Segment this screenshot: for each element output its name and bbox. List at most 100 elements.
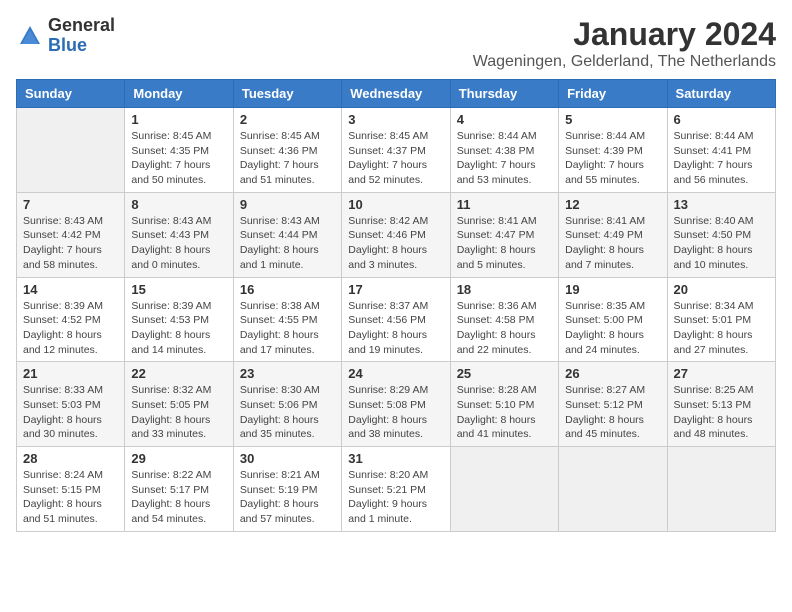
day-cell — [450, 447, 558, 532]
day-info: Sunrise: 8:40 AMSunset: 4:50 PMDaylight:… — [674, 214, 769, 273]
day-info: Sunrise: 8:38 AMSunset: 4:55 PMDaylight:… — [240, 299, 335, 358]
day-cell: 6 Sunrise: 8:44 AMSunset: 4:41 PMDaylight… — [667, 108, 775, 193]
day-number: 22 — [131, 366, 226, 381]
day-cell — [667, 447, 775, 532]
day-info: Sunrise: 8:29 AMSunset: 5:08 PMDaylight:… — [348, 383, 443, 442]
day-number: 16 — [240, 282, 335, 297]
location: Wageningen, Gelderland, The Netherlands — [473, 53, 776, 71]
header-cell-monday: Monday — [125, 80, 233, 108]
day-info: Sunrise: 8:30 AMSunset: 5:06 PMDaylight:… — [240, 383, 335, 442]
day-number: 3 — [348, 112, 443, 127]
day-info: Sunrise: 8:42 AMSunset: 4:46 PMDaylight:… — [348, 214, 443, 273]
logo: General Blue — [16, 16, 115, 56]
day-info: Sunrise: 8:34 AMSunset: 5:01 PMDaylight:… — [674, 299, 769, 358]
day-number: 26 — [565, 366, 660, 381]
day-info: Sunrise: 8:44 AMSunset: 4:38 PMDaylight:… — [457, 129, 552, 188]
day-cell: 21Sunrise: 8:33 AMSunset: 5:03 PMDayligh… — [17, 362, 125, 447]
day-info: Sunrise: 8:43 AMSunset: 4:44 PMDaylight:… — [240, 214, 335, 273]
logo-general: General — [48, 16, 115, 36]
day-cell: 28 Sunrise: 8:24 AMSunset: 5:15 PMDayligh… — [17, 447, 125, 532]
day-cell: 23 Sunrise: 8:30 AMSunset: 5:06 PMDayligh… — [233, 362, 341, 447]
week-row-1: 1 Sunrise: 8:45 AMSunset: 4:35 PMDaylight… — [17, 108, 776, 193]
day-cell: 26 Sunrise: 8:27 AMSunset: 5:12 PMDayligh… — [559, 362, 667, 447]
day-cell: 15Sunrise: 8:39 AMSunset: 4:53 PMDayligh… — [125, 277, 233, 362]
day-info: Sunrise: 8:24 AMSunset: 5:15 PMDaylight:… — [23, 468, 118, 527]
day-number: 9 — [240, 197, 335, 212]
day-cell: 14 Sunrise: 8:39 AMSunset: 4:52 PMDayligh… — [17, 277, 125, 362]
day-number: 27 — [674, 366, 769, 381]
day-number: 2 — [240, 112, 335, 127]
day-cell: 2Sunrise: 8:45 AMSunset: 4:36 PMDaylight… — [233, 108, 341, 193]
day-number: 24 — [348, 366, 443, 381]
day-number: 20 — [674, 282, 769, 297]
day-number: 30 — [240, 451, 335, 466]
month-title: January 2024 — [473, 16, 776, 53]
day-number: 14 — [23, 282, 118, 297]
day-info: Sunrise: 8:39 AMSunset: 4:52 PMDaylight:… — [23, 299, 118, 358]
day-number: 31 — [348, 451, 443, 466]
day-info: Sunrise: 8:45 AMSunset: 4:37 PMDaylight:… — [348, 129, 443, 188]
day-number: 1 — [131, 112, 226, 127]
day-cell: 16 Sunrise: 8:38 AMSunset: 4:55 PMDayligh… — [233, 277, 341, 362]
header-cell-wednesday: Wednesday — [342, 80, 450, 108]
day-cell: 4Sunrise: 8:44 AMSunset: 4:38 PMDaylight… — [450, 108, 558, 193]
day-number: 7 — [23, 197, 118, 212]
day-cell: 19Sunrise: 8:35 AMSunset: 5:00 PMDayligh… — [559, 277, 667, 362]
logo-blue: Blue — [48, 36, 115, 56]
day-info: Sunrise: 8:33 AMSunset: 5:03 PMDaylight:… — [23, 383, 118, 442]
day-info: Sunrise: 8:36 AMSunset: 4:58 PMDaylight:… — [457, 299, 552, 358]
logo-text: General Blue — [48, 16, 115, 56]
day-info: Sunrise: 8:27 AMSunset: 5:12 PMDaylight:… — [565, 383, 660, 442]
day-cell: 10 Sunrise: 8:42 AMSunset: 4:46 PMDayligh… — [342, 192, 450, 277]
day-number: 28 — [23, 451, 118, 466]
day-number: 6 — [674, 112, 769, 127]
page-header: General Blue January 2024 Wageningen, Ge… — [16, 16, 776, 71]
day-cell: 7 Sunrise: 8:43 AMSunset: 4:42 PMDaylight… — [17, 192, 125, 277]
day-info: Sunrise: 8:28 AMSunset: 5:10 PMDaylight:… — [457, 383, 552, 442]
day-number: 25 — [457, 366, 552, 381]
day-info: Sunrise: 8:25 AMSunset: 5:13 PMDaylight:… — [674, 383, 769, 442]
day-cell: 25 Sunrise: 8:28 AMSunset: 5:10 PMDayligh… — [450, 362, 558, 447]
day-info: Sunrise: 8:45 AMSunset: 4:35 PMDaylight:… — [131, 129, 226, 188]
day-cell: 18Sunrise: 8:36 AMSunset: 4:58 PMDayligh… — [450, 277, 558, 362]
day-cell: 20 Sunrise: 8:34 AMSunset: 5:01 PMDayligh… — [667, 277, 775, 362]
day-cell: 3 Sunrise: 8:45 AMSunset: 4:37 PMDaylight… — [342, 108, 450, 193]
day-cell: 12 Sunrise: 8:41 AMSunset: 4:49 PMDayligh… — [559, 192, 667, 277]
day-cell: 22 Sunrise: 8:32 AMSunset: 5:05 PMDayligh… — [125, 362, 233, 447]
header-cell-friday: Friday — [559, 80, 667, 108]
day-cell: 5 Sunrise: 8:44 AMSunset: 4:39 PMDaylight… — [559, 108, 667, 193]
day-cell: 13Sunrise: 8:40 AMSunset: 4:50 PMDayligh… — [667, 192, 775, 277]
day-info: Sunrise: 8:21 AMSunset: 5:19 PMDaylight:… — [240, 468, 335, 527]
header-row: SundayMondayTuesdayWednesdayThursdayFrid… — [17, 80, 776, 108]
day-info: Sunrise: 8:43 AMSunset: 4:42 PMDaylight:… — [23, 214, 118, 273]
week-row-5: 28 Sunrise: 8:24 AMSunset: 5:15 PMDayligh… — [17, 447, 776, 532]
day-number: 23 — [240, 366, 335, 381]
day-number: 17 — [348, 282, 443, 297]
header-cell-thursday: Thursday — [450, 80, 558, 108]
day-cell: 9 Sunrise: 8:43 AMSunset: 4:44 PMDaylight… — [233, 192, 341, 277]
header-cell-sunday: Sunday — [17, 80, 125, 108]
day-cell: 27 Sunrise: 8:25 AMSunset: 5:13 PMDayligh… — [667, 362, 775, 447]
day-number: 11 — [457, 197, 552, 212]
day-info: Sunrise: 8:41 AMSunset: 4:47 PMDaylight:… — [457, 214, 552, 273]
day-number: 12 — [565, 197, 660, 212]
day-info: Sunrise: 8:22 AMSunset: 5:17 PMDaylight:… — [131, 468, 226, 527]
logo-icon — [16, 22, 44, 50]
day-cell: 31Sunrise: 8:20 AMSunset: 5:21 PMDayligh… — [342, 447, 450, 532]
title-area: January 2024 Wageningen, Gelderland, The… — [473, 16, 776, 71]
day-cell — [559, 447, 667, 532]
day-number: 10 — [348, 197, 443, 212]
day-number: 29 — [131, 451, 226, 466]
day-info: Sunrise: 8:32 AMSunset: 5:05 PMDaylight:… — [131, 383, 226, 442]
day-info: Sunrise: 8:44 AMSunset: 4:39 PMDaylight:… — [565, 129, 660, 188]
day-info: Sunrise: 8:35 AMSunset: 5:00 PMDaylight:… — [565, 299, 660, 358]
day-info: Sunrise: 8:44 AMSunset: 4:41 PMDaylight:… — [674, 129, 769, 188]
day-cell — [17, 108, 125, 193]
day-info: Sunrise: 8:41 AMSunset: 4:49 PMDaylight:… — [565, 214, 660, 273]
day-info: Sunrise: 8:37 AMSunset: 4:56 PMDaylight:… — [348, 299, 443, 358]
day-cell: 30 Sunrise: 8:21 AMSunset: 5:19 PMDayligh… — [233, 447, 341, 532]
day-cell: 11 Sunrise: 8:41 AMSunset: 4:47 PMDayligh… — [450, 192, 558, 277]
day-number: 5 — [565, 112, 660, 127]
day-cell: 17 Sunrise: 8:37 AMSunset: 4:56 PMDayligh… — [342, 277, 450, 362]
day-number: 8 — [131, 197, 226, 212]
